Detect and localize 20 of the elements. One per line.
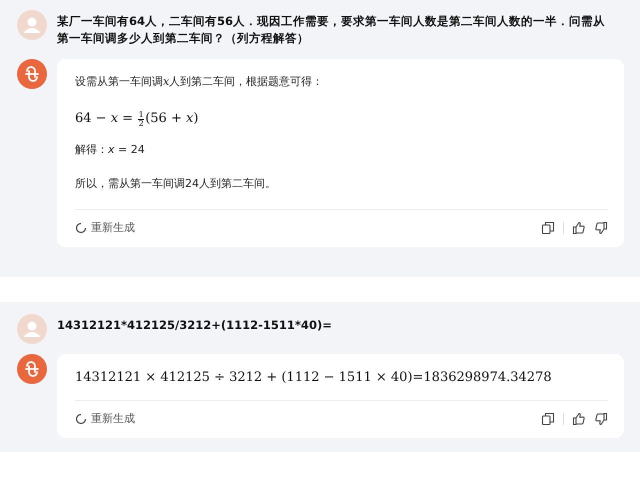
user-avatar-icon: [17, 10, 47, 40]
thumbs-up-icon[interactable]: [572, 412, 586, 426]
math-expression: 14312121 × 412125 ÷ 3212 + (1112 − 1511 × 40)=1836298974.34278: [75, 369, 552, 387]
regenerate-button[interactable]: 重新生成: [75, 218, 135, 237]
regenerate-button[interactable]: 重新生成: [75, 409, 135, 428]
copy-icon[interactable]: [541, 220, 555, 234]
answer-text: 所以，需从第一车间调24人到第二车间。: [75, 177, 276, 190]
refresh-icon: [75, 222, 87, 234]
bot-logo-icon: [17, 59, 47, 89]
copy-icon[interactable]: [541, 412, 555, 426]
user-avatar-icon: [17, 314, 47, 344]
thumbs-down-icon[interactable]: [594, 412, 608, 426]
answer-text: 解得：x = 24: [75, 143, 145, 156]
answer-text: 设需从第一车间调x人到第二车间，根据题意可得：: [75, 75, 324, 88]
question-text: 某厂一车间有64人，二车间有56人．现因工作需要，要求第一车间人数是第二车间人数的一半．问需从第一车间调多少人到第二车间？（列方程解答）: [57, 13, 606, 47]
question-text: 14312121*412125/3212+(1112-1511*40)=: [57, 317, 333, 334]
bot-logo-icon: [17, 354, 47, 384]
refresh-icon: [75, 412, 87, 424]
thumbs-up-icon[interactable]: [572, 220, 586, 234]
thumbs-down-icon[interactable]: [594, 220, 608, 234]
